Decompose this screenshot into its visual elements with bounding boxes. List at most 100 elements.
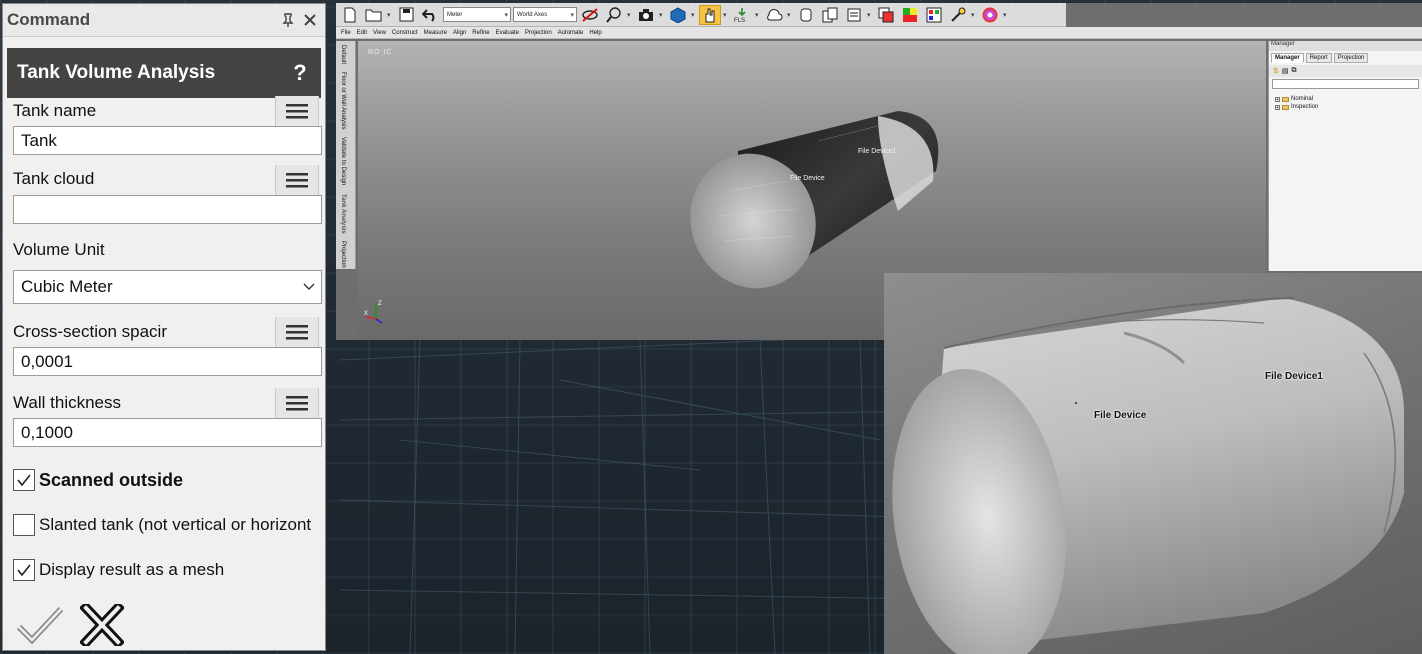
measure-dropdown-icon[interactable]: ▾: [971, 11, 977, 19]
expand-icon[interactable]: +: [1275, 96, 1280, 102]
tank-name-input[interactable]: Tank: [13, 126, 322, 155]
help-button[interactable]: ?: [289, 60, 311, 86]
cross-section-menu-button[interactable]: [275, 317, 319, 347]
manager-panel: Manager Manager Report Projection ⇅ ▤ ⧉ …: [1268, 41, 1422, 271]
cancel-button[interactable]: [77, 602, 127, 648]
folder-icon: [1282, 104, 1289, 110]
sort-icon[interactable]: ⇅: [1273, 67, 1279, 75]
svg-text:X: X: [364, 311, 368, 317]
axis-triad-icon: Z X: [364, 301, 383, 324]
menu-automate[interactable]: Automate: [558, 30, 584, 36]
filter-icon[interactable]: ▤: [1282, 67, 1289, 75]
hamburger-icon: [286, 325, 308, 340]
checkmark-icon: [17, 474, 31, 487]
wall-thickness-label: Wall thickness: [13, 393, 122, 412]
render-sphere-icon[interactable]: [979, 5, 1001, 25]
volume-unit-label: Volume Unit: [13, 240, 105, 259]
wall-thickness-input[interactable]: 0,1000: [13, 418, 322, 447]
side-tab-validate[interactable]: Validate to Design: [340, 137, 346, 185]
color-map-icon[interactable]: [899, 5, 921, 25]
import-fls-icon[interactable]: FLS: [731, 5, 753, 25]
menu-projection[interactable]: Projection: [525, 30, 552, 36]
display-mesh-checkbox[interactable]: [13, 559, 35, 581]
compare-icon[interactable]: [819, 5, 841, 25]
side-tab-tank-analysis[interactable]: Tank Analysis: [340, 194, 346, 234]
undo-icon[interactable]: [419, 5, 441, 25]
svg-text:FLS: FLS: [734, 18, 745, 23]
mesh-tank-render: [892, 297, 1404, 654]
cloud-dropdown-icon[interactable]: ▾: [787, 11, 793, 19]
report-dropdown-icon[interactable]: ▾: [867, 11, 873, 19]
volume-unit-select[interactable]: Cubic Meter: [13, 270, 322, 304]
menu-file[interactable]: File: [341, 30, 351, 36]
tree-label-nominal: Nominal: [1291, 96, 1314, 102]
tab-projection-label: Projection: [1337, 55, 1365, 61]
tab-report[interactable]: Report: [1305, 53, 1332, 63]
tab-manager[interactable]: Manager: [1271, 53, 1304, 63]
side-tab-default[interactable]: Default: [340, 45, 346, 64]
viewport-label-device1: File Device1: [858, 148, 897, 155]
select-hand-icon[interactable]: [699, 4, 721, 25]
tab-projection[interactable]: Projection: [1333, 53, 1369, 63]
palette-icon[interactable]: [923, 5, 945, 25]
camera-dropdown-icon[interactable]: ▾: [659, 11, 665, 19]
open-dropdown-icon[interactable]: ▾: [387, 11, 393, 19]
cloud-add-icon[interactable]: [763, 5, 785, 25]
analysis-title: Tank Volume Analysis: [17, 62, 216, 83]
unit-select[interactable]: Meter: [443, 7, 511, 22]
save-icon[interactable]: [395, 5, 417, 25]
cube-view-icon[interactable]: [667, 5, 689, 25]
report-icon[interactable]: [843, 5, 865, 25]
import-dropdown-icon[interactable]: ▾: [755, 11, 761, 19]
slanted-tank-checkbox-row[interactable]: Slanted tank (not vertical or horizont: [13, 514, 311, 536]
axes-select[interactable]: World Axes: [513, 7, 577, 22]
tank-cloud-menu-button[interactable]: [275, 165, 319, 195]
menu-measure[interactable]: Measure: [424, 30, 447, 36]
expand-icon[interactable]: +: [1275, 104, 1280, 110]
manager-title: Manager: [1269, 41, 1422, 51]
scanned-outside-checkbox-row[interactable]: Scanned outside: [13, 469, 183, 491]
camera-icon[interactable]: [635, 5, 657, 25]
zoom-dropdown-icon[interactable]: ▾: [627, 11, 633, 19]
tab-manager-label: Manager: [1275, 55, 1300, 61]
layers-icon[interactable]: [875, 5, 897, 25]
side-tab-projection[interactable]: Projection: [340, 241, 346, 268]
zoom-icon[interactable]: [603, 5, 625, 25]
side-tab-floor-wall[interactable]: Floor or Wall Analysis: [340, 72, 346, 129]
render-dropdown-icon[interactable]: ▾: [1003, 11, 1009, 19]
menu-refine[interactable]: Refine: [472, 30, 489, 36]
menu-view[interactable]: View: [373, 30, 386, 36]
svg-text:Z: Z: [378, 301, 382, 307]
display-mesh-checkbox-row[interactable]: Display result as a mesh: [13, 559, 224, 581]
menu-construct[interactable]: Construct: [392, 30, 418, 36]
inset-label-device1: File Device1: [1265, 371, 1323, 382]
measure-tool-icon[interactable]: [947, 5, 969, 25]
tank-name-label: Tank name: [13, 101, 97, 120]
copy-icon[interactable]: ⧉: [1292, 67, 1297, 75]
wall-thickness-menu-button[interactable]: [275, 388, 319, 418]
ok-button[interactable]: [15, 602, 65, 648]
tank-icon[interactable]: [795, 5, 817, 25]
close-icon[interactable]: [299, 9, 321, 31]
display-mesh-label: Display result as a mesh: [39, 560, 225, 579]
tree-item-nominal[interactable]: + Nominal: [1275, 95, 1416, 103]
slanted-tank-checkbox[interactable]: [13, 514, 35, 536]
manager-tabs: Manager Report Projection: [1269, 51, 1422, 65]
menu-edit[interactable]: Edit: [357, 30, 367, 36]
select-dropdown-icon[interactable]: ▾: [723, 11, 729, 19]
view-dropdown-icon[interactable]: ▾: [691, 11, 697, 19]
new-file-icon[interactable]: [339, 5, 361, 25]
cross-section-input[interactable]: 0,0001: [13, 347, 322, 376]
scanned-outside-checkbox[interactable]: [13, 469, 35, 491]
hide-icon[interactable]: [579, 5, 601, 25]
tank-cloud-input[interactable]: [13, 195, 322, 224]
menu-help[interactable]: Help: [589, 30, 601, 36]
pin-icon[interactable]: [277, 9, 299, 31]
hamburger-icon: [286, 396, 308, 411]
tank-name-menu-button[interactable]: [275, 96, 319, 126]
tree-item-inspection[interactable]: + Inspection: [1275, 103, 1416, 111]
menu-align[interactable]: Align: [453, 30, 466, 36]
open-folder-icon[interactable]: [363, 5, 385, 25]
menu-evaluate[interactable]: Evaluate: [496, 30, 519, 36]
manager-search-input[interactable]: [1272, 79, 1419, 89]
